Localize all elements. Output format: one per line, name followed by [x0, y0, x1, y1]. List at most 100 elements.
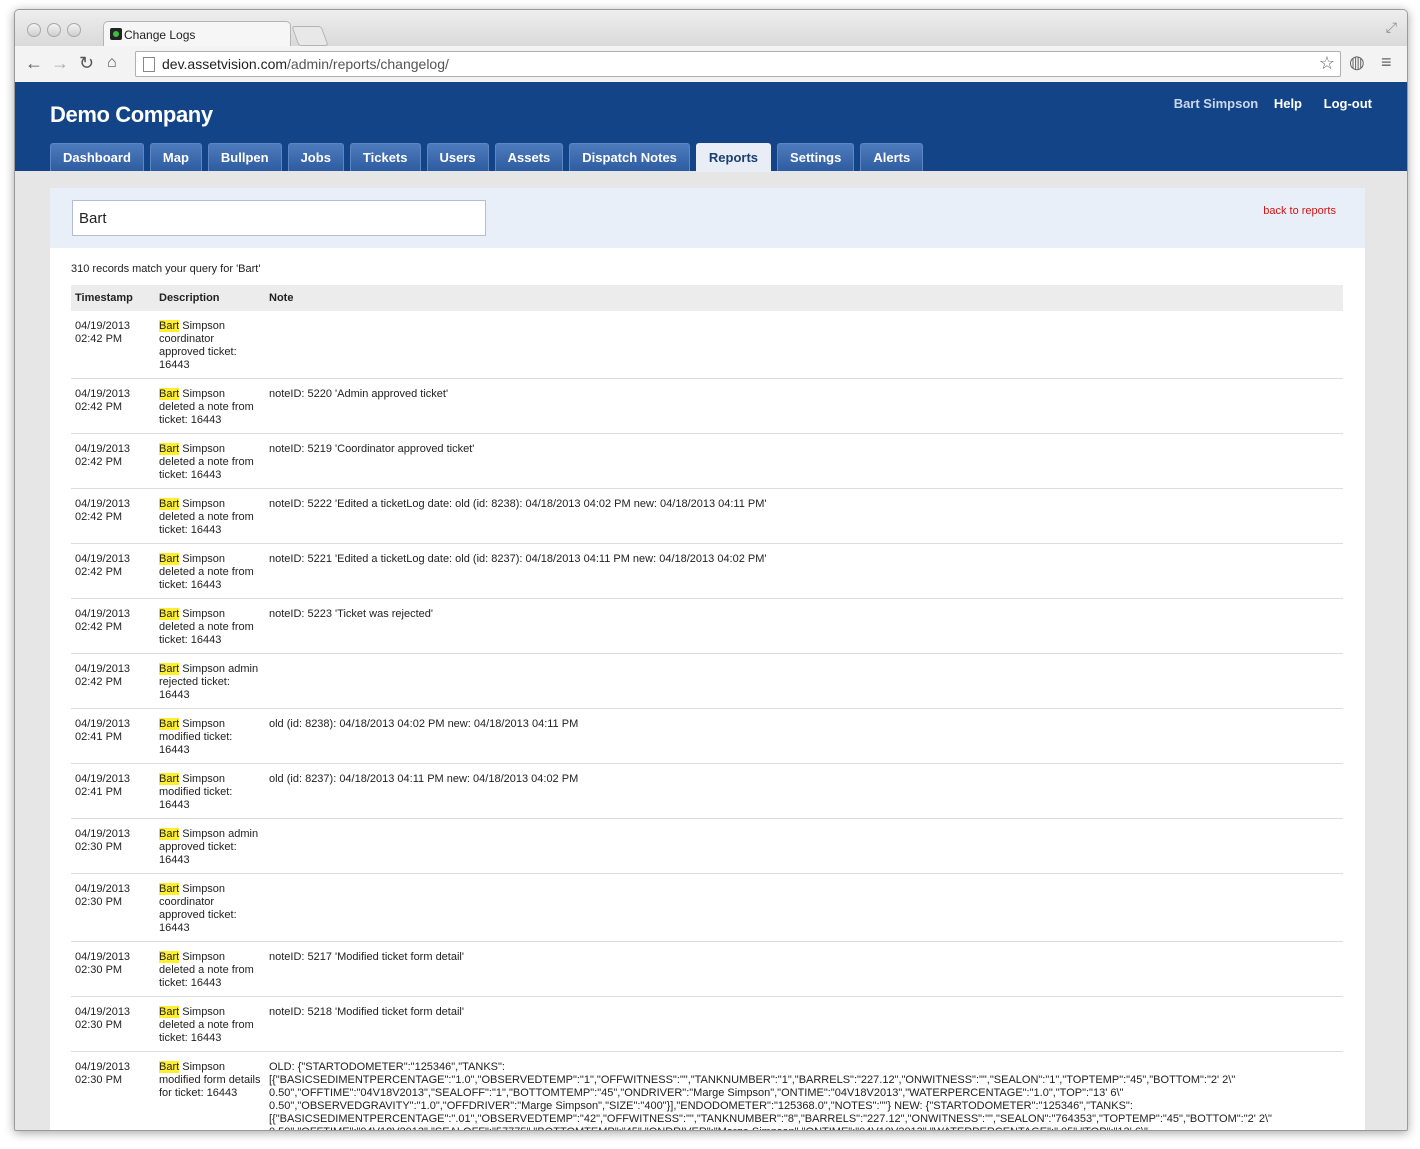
table-body: 04/19/2013 02:42 PM Bart Simpson coordinat…	[71, 311, 1343, 1130]
table-row: 04/19/2013 02:42 PM Bart Simpson deleted a…	[71, 488, 1343, 544]
fullscreen-icon[interactable]: ⤢	[1386, 19, 1397, 36]
timestamp-cell: 04/19/2013 02:42 PM	[71, 488, 155, 544]
logout-link[interactable]: Log-out	[1324, 96, 1372, 111]
description-cell: Bart Simpson admin rejected ticket: 1644…	[155, 653, 265, 709]
timestamp-time: 02:30 PM	[75, 964, 123, 976]
timestamp-cell: 04/19/2013 02:30 PM	[71, 818, 155, 874]
note-cell: noteID: 5217 'Modified ticket form detai…	[265, 941, 1343, 997]
forward-arrow-icon[interactable]: →	[51, 52, 69, 74]
note-cell: noteID: 5220 'Admin approved ticket'	[265, 378, 1343, 434]
note-cell: noteID: 5219 'Coordinator approved ticke…	[265, 433, 1343, 489]
table-row: 04/19/2013 02:30 PM Bart Simpson deleted a…	[71, 941, 1343, 997]
timestamp-time: 02:41 PM	[75, 731, 123, 743]
site-header: Demo Company Bart Simpson Help Log-out D…	[15, 82, 1407, 172]
search-highlight: Bart	[159, 553, 180, 565]
timestamp-cell: 04/19/2013 02:30 PM	[71, 1051, 155, 1130]
timestamp-time: 02:42 PM	[75, 511, 123, 523]
home-icon[interactable]: ⌂	[107, 52, 117, 74]
search-highlight: Bart	[159, 388, 180, 400]
note-cell: noteID: 5218 'Modified ticket form detai…	[265, 996, 1343, 1052]
table-row: 04/19/2013 02:42 PM Bart Simpson deleted a…	[71, 433, 1343, 489]
globe-icon[interactable]: ◍	[1349, 52, 1365, 73]
description-cell: Bart Simpson deleted a note from ticket:…	[155, 433, 265, 489]
title-bar: Change Logs ⤢	[15, 10, 1407, 47]
note-cell	[265, 653, 1343, 709]
nav-tab-jobs[interactable]: Jobs	[287, 143, 344, 171]
nav-tab-tickets[interactable]: Tickets	[349, 143, 421, 171]
note-cell: old (id: 8237): 04/18/2013 04:11 PM new:…	[265, 763, 1343, 819]
description-cell: Bart Simpson deleted a note from ticket:…	[155, 996, 265, 1052]
search-highlight: Bart	[159, 1006, 180, 1018]
nav-tab-settings[interactable]: Settings	[777, 143, 855, 171]
timestamp-cell: 04/19/2013 02:42 PM	[71, 311, 155, 379]
nav-tab-dispatch-notes[interactable]: Dispatch Notes	[569, 143, 690, 171]
minimize-window-button[interactable]	[47, 23, 61, 37]
note-cell: noteID: 5223 'Ticket was rejected'	[265, 598, 1343, 654]
description-cell: Bart Simpson deleted a note from ticket:…	[155, 378, 265, 434]
user-links: Bart Simpson Help Log-out	[1162, 96, 1372, 111]
help-link[interactable]: Help	[1274, 96, 1302, 111]
back-to-reports-link[interactable]: back to reports	[1263, 205, 1336, 217]
search-highlight: Bart	[159, 663, 180, 675]
timestamp-date: 04/19/2013	[75, 1006, 131, 1018]
timestamp-date: 04/19/2013	[75, 663, 131, 675]
timestamp-time: 02:42 PM	[75, 566, 123, 578]
timestamp-cell: 04/19/2013 02:41 PM	[71, 708, 155, 764]
timestamp-date: 04/19/2013	[75, 388, 131, 400]
description-cell: Bart Simpson coordinator approved ticket…	[155, 311, 265, 379]
main-nav: Dashboard Map Bullpen Jobs Tickets Users…	[50, 143, 929, 172]
back-arrow-icon[interactable]: ←	[25, 52, 43, 74]
timestamp-cell: 04/19/2013 02:42 PM	[71, 378, 155, 434]
search-highlight: Bart	[159, 498, 180, 510]
bookmark-star-icon[interactable]: ☆	[1319, 53, 1335, 74]
timestamp-date: 04/19/2013	[75, 773, 131, 785]
table-row: 04/19/2013 02:30 PM Bart Simpson admin app…	[71, 818, 1343, 874]
zoom-window-button[interactable]	[67, 23, 81, 37]
nav-tab-alerts[interactable]: Alerts	[860, 143, 924, 171]
description-cell: Bart Simpson admin approved ticket: 1644…	[155, 818, 265, 874]
table-row: 04/19/2013 02:42 PM Bart Simpson deleted a…	[71, 598, 1343, 654]
table-row: 04/19/2013 02:42 PM Bart Simpson admin rej…	[71, 653, 1343, 709]
description-cell: Bart Simpson deleted a note from ticket:…	[155, 941, 265, 997]
nav-tab-map[interactable]: Map	[149, 143, 202, 171]
url-path: /admin/reports/changelog/	[287, 56, 449, 72]
description-cell: Bart Simpson modified form details for t…	[155, 1051, 265, 1130]
timestamp-time: 02:42 PM	[75, 676, 123, 688]
search-highlight: Bart	[159, 718, 180, 730]
column-header-note: Note	[265, 285, 1343, 311]
reload-icon[interactable]: ↻	[79, 52, 94, 74]
search-highlight: Bart	[159, 773, 180, 785]
timestamp-time: 02:42 PM	[75, 621, 123, 633]
search-highlight: Bart	[159, 608, 180, 620]
page-viewport: Demo Company Bart Simpson Help Log-out D…	[15, 82, 1407, 1130]
new-tab-button[interactable]	[291, 26, 329, 46]
result-count: 310 records match your query for 'Bart'	[71, 263, 261, 275]
search-input[interactable]	[72, 200, 486, 236]
browser-tab-title: Change Logs	[124, 28, 196, 42]
user-name-link[interactable]: Bart Simpson	[1174, 96, 1259, 111]
nav-tab-reports[interactable]: Reports	[695, 143, 772, 172]
timestamp-date: 04/19/2013	[75, 718, 131, 730]
search-highlight: Bart	[159, 320, 180, 332]
nav-tab-dashboard[interactable]: Dashboard	[50, 143, 144, 171]
nav-tab-users[interactable]: Users	[426, 143, 489, 171]
menu-icon[interactable]: ≡	[1381, 52, 1392, 73]
address-bar[interactable]: dev.assetvision.com/admin/reports/change…	[135, 51, 1341, 77]
timestamp-cell: 04/19/2013 02:41 PM	[71, 763, 155, 819]
column-header-description: Description	[155, 285, 265, 311]
search-highlight: Bart	[159, 1061, 180, 1073]
timestamp-date: 04/19/2013	[75, 553, 131, 565]
browser-tab[interactable]: Change Logs	[103, 21, 291, 47]
table-row: 04/19/2013 02:42 PM Bart Simpson coordinat…	[71, 311, 1343, 379]
note-cell	[265, 873, 1343, 942]
timestamp-date: 04/19/2013	[75, 443, 131, 455]
address-url: dev.assetvision.com/admin/reports/change…	[162, 56, 449, 72]
table-row: 04/19/2013 02:42 PM Bart Simpson deleted a…	[71, 378, 1343, 434]
nav-tab-assets[interactable]: Assets	[494, 143, 564, 171]
note-cell: OLD: {"STARTODOMETER":"125346","TANKS":[…	[265, 1051, 1343, 1130]
timestamp-date: 04/19/2013	[75, 608, 131, 620]
nav-tab-bullpen[interactable]: Bullpen	[207, 143, 282, 171]
browser-window: Change Logs ⤢ ← → ↻ ⌂ dev.assetvision.co…	[14, 9, 1408, 1131]
description-cell: Bart Simpson modified ticket: 16443	[155, 763, 265, 819]
close-window-button[interactable]	[27, 23, 41, 37]
